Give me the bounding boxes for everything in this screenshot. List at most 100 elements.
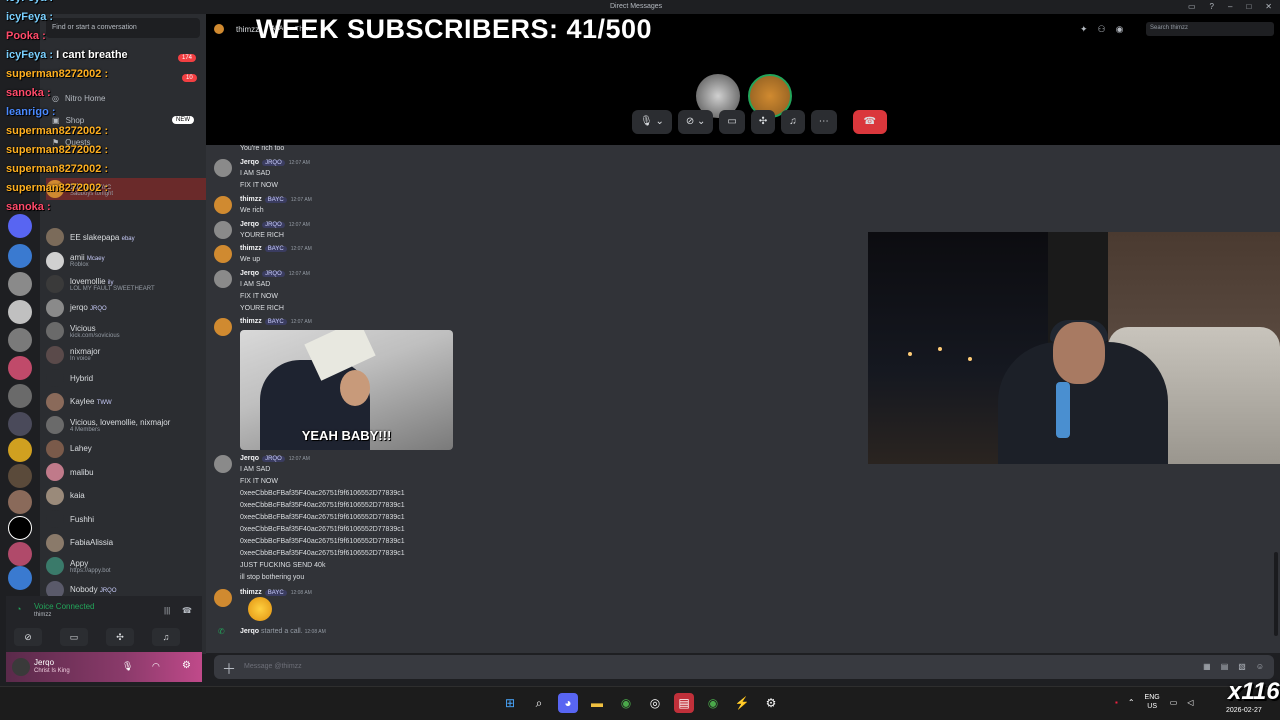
avatar[interactable]	[214, 221, 232, 239]
obs-icon[interactable]: ◎	[645, 693, 665, 713]
add-friends-icon[interactable]: ⚇	[1098, 24, 1106, 35]
camera-button[interactable]: ⊘ ⌄	[677, 110, 714, 134]
mic-icon[interactable]: 🎙	[122, 661, 133, 672]
leave-call-button[interactable]: ☎	[852, 110, 887, 134]
disconnect-icon[interactable]: ☎	[182, 606, 192, 615]
message-author[interactable]: thimzz	[240, 318, 262, 325]
server-icon[interactable]	[8, 328, 32, 352]
gift-icon[interactable]: ▦	[1203, 662, 1211, 671]
file-explorer-icon[interactable]: ▬	[587, 693, 607, 713]
mute-button[interactable]: 🎙 ⌄	[632, 110, 672, 134]
dm-item[interactable]: jerqo JRQO	[46, 297, 202, 319]
headphones-icon[interactable]: ◠	[152, 661, 160, 672]
taskbar-date[interactable]: 2026-02-27	[1226, 707, 1262, 714]
start-icon[interactable]: ⊞	[500, 693, 520, 713]
screen-share-button[interactable]: ▭	[719, 110, 745, 134]
camera-off-button[interactable]: ⊘	[14, 628, 42, 646]
profile-icon[interactable]: ◉	[1116, 24, 1124, 35]
dm-item[interactable]: kaia	[46, 485, 202, 507]
soundboard-button[interactable]: ♫	[781, 110, 805, 134]
soundboard-icon[interactable]: |||	[164, 606, 170, 615]
find-conversation-input[interactable]: Find or start a conversation	[46, 18, 200, 38]
lightning-icon[interactable]: ⚡	[732, 693, 752, 713]
emoji-icon[interactable]: ☺	[1256, 662, 1264, 671]
nav-quests[interactable]: ⚑ Quests	[52, 138, 91, 147]
dm-item[interactable]: nixmajor In voice	[46, 344, 202, 366]
soundboard-button[interactable]: ♫	[152, 628, 180, 646]
sticker-icon[interactable]: ▧	[1238, 662, 1246, 671]
server-icon[interactable]	[8, 384, 32, 408]
dm-item[interactable]: amii Mcaey Roblox	[46, 250, 202, 272]
search-icon[interactable]: ⌕	[529, 693, 549, 713]
server-icon[interactable]	[8, 542, 32, 566]
server-icon[interactable]	[8, 244, 32, 268]
maximize-icon[interactable]: □	[1246, 2, 1251, 11]
dm-item[interactable]: Lahey	[46, 438, 202, 460]
message-input[interactable]: ＋ Message @thimzz ▦ ▤ ▧ ☺	[214, 655, 1274, 679]
add-server-icon[interactable]	[8, 566, 32, 590]
server-icon[interactable]	[8, 516, 32, 540]
dm-item[interactable]: FabiaAlissia	[46, 532, 202, 554]
message-author[interactable]: Jerqo	[240, 221, 259, 228]
nav-nitro-home[interactable]: ◎ Nitro Home	[52, 94, 105, 103]
dm-item[interactable]: Hybrid	[46, 367, 202, 389]
dm-item[interactable]: Fushhi	[46, 508, 202, 530]
message-author[interactable]: Jerqo	[240, 455, 259, 462]
close-icon[interactable]: ✕	[1265, 2, 1272, 11]
dm-item[interactable]: Appy https://appy.bot	[46, 555, 202, 577]
gif-image[interactable]: YEAH BABY!!!	[240, 330, 453, 450]
voice-channel[interactable]: thimzz	[34, 612, 51, 618]
dm-item-thimzz[interactable]: thimzz BAYC Sadboys tonight	[46, 178, 206, 200]
settings-icon[interactable]: ⚙	[761, 693, 781, 713]
chrome-icon[interactable]: ◉	[616, 693, 636, 713]
scrollbar[interactable]	[1274, 552, 1278, 636]
tray-app-icon[interactable]: ▪	[1115, 698, 1118, 707]
search-input[interactable]: Search thimzz	[1146, 22, 1274, 36]
pin-icon[interactable]: ✦	[1080, 24, 1088, 35]
server-icon[interactable]	[8, 464, 32, 488]
avatar[interactable]	[214, 196, 232, 214]
minimize-icon[interactable]: –	[1228, 2, 1232, 11]
message-author[interactable]: thimzz	[240, 589, 262, 596]
message-author[interactable]: Jerqo	[240, 270, 259, 277]
dm-item[interactable]: Vicious, lovemollie, nixmajor 4 Members	[46, 414, 202, 436]
more-button[interactable]: ⋯	[810, 110, 837, 134]
activities-button[interactable]: ✣	[106, 628, 134, 646]
nav-shop[interactable]: ▣ Shop	[52, 116, 84, 125]
server-icon[interactable]	[8, 356, 32, 380]
avatar[interactable]	[214, 245, 232, 263]
message-author[interactable]: thimzz	[240, 196, 262, 203]
inbox-icon[interactable]: ▭	[1188, 2, 1196, 11]
chrome-alt-icon[interactable]: ◉	[703, 693, 723, 713]
help-icon[interactable]: ?	[1210, 2, 1214, 11]
server-icon[interactable]	[8, 412, 32, 436]
add-attachment-icon[interactable]: ＋	[222, 659, 236, 679]
activities-button[interactable]: ✣	[750, 110, 776, 134]
message-author[interactable]: thimzz	[240, 245, 262, 252]
message-author[interactable]: Jerqo	[240, 159, 259, 166]
server-icon[interactable]	[8, 272, 32, 296]
screen-share-button[interactable]: ▭	[60, 628, 88, 646]
server-icon[interactable]	[8, 300, 32, 324]
server-icon[interactable]	[8, 214, 32, 238]
dm-item[interactable]: EE slakepapa ebay	[46, 226, 202, 248]
avatar[interactable]	[214, 318, 232, 336]
avatar[interactable]	[214, 270, 232, 288]
avatar[interactable]	[214, 589, 232, 607]
tray-chevron-icon[interactable]: ⌃	[1128, 698, 1135, 707]
monitor-icon[interactable]: ▭	[1170, 698, 1178, 707]
discord-icon[interactable]: ◕	[558, 693, 578, 713]
media-app-icon[interactable]: ▤	[674, 693, 694, 713]
dm-item[interactable]: Vicious kick.com/sovicious	[46, 320, 202, 342]
avatar[interactable]	[214, 455, 232, 473]
settings-icon[interactable]: ⚙	[182, 660, 191, 671]
dm-item[interactable]: Kaylee TWW	[46, 391, 202, 413]
dm-item[interactable]: malibu	[46, 461, 202, 483]
dm-item[interactable]: lovemollie ily LOL MY FAULT SWEETHEART	[46, 273, 202, 295]
server-icon[interactable]	[8, 490, 32, 514]
language-indicator[interactable]: ENG US	[1145, 693, 1160, 711]
server-icon[interactable]	[8, 438, 32, 462]
gif-icon[interactable]: ▤	[1221, 662, 1229, 671]
speaker-icon[interactable]: ◁	[1187, 698, 1193, 707]
avatar[interactable]	[214, 159, 232, 177]
